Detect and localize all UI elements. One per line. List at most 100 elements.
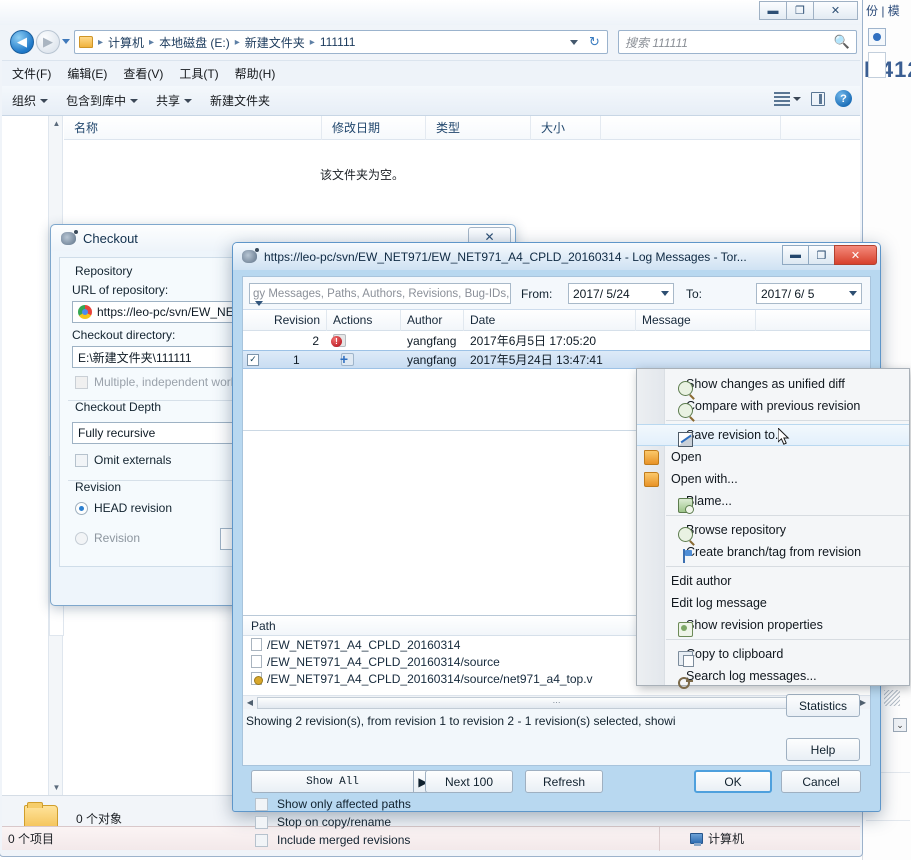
column-date[interactable]: Date xyxy=(464,309,636,331)
breadcrumb-item-3[interactable]: 111111 xyxy=(318,35,358,49)
background-scroll-down-button[interactable]: ⌄ xyxy=(893,718,907,732)
magnifier-icon xyxy=(678,380,693,396)
column-message[interactable]: Message xyxy=(636,309,756,331)
column-revision[interactable]: Revision xyxy=(243,309,327,331)
checkout-depth-value: Fully recursive xyxy=(78,426,156,440)
change-view-button[interactable] xyxy=(774,91,801,106)
back-button[interactable]: ◀ xyxy=(10,30,34,54)
include-in-library-button[interactable]: 包含到库中 xyxy=(66,92,139,109)
from-date-picker[interactable]: 2017/ 5/24 xyxy=(568,283,674,304)
search-input[interactable]: 搜索 111111 🔍 xyxy=(618,30,857,54)
menu-item-edit-author[interactable]: Edit author xyxy=(637,570,909,592)
omit-externals-checkbox[interactable] xyxy=(75,454,88,467)
ok-button[interactable]: OK xyxy=(694,770,772,793)
background-resize-grip[interactable] xyxy=(884,690,900,706)
to-date-value: 2017/ 6/ 5 xyxy=(761,286,815,301)
multiple-working-copies-checkbox[interactable] xyxy=(75,376,88,389)
menu-help[interactable]: 帮助(H) xyxy=(235,65,276,82)
menu-item-edit-log-message[interactable]: Edit log message xyxy=(637,592,909,614)
menu-item-search-log-messages[interactable]: Search log messages... xyxy=(637,665,909,689)
row-actions xyxy=(327,331,401,350)
path-pane-horizontal-scrollbar[interactable]: ◀ ⋯ ▶ xyxy=(243,695,870,709)
menu-item-compare-previous[interactable]: Compare with previous revision xyxy=(637,395,909,418)
include-merged-revisions-checkbox[interactable] xyxy=(255,834,268,847)
table-row[interactable]: ✓ 1 yangfang 2017年5月24日 13:47:41 xyxy=(243,350,870,369)
column-type[interactable]: 类型 xyxy=(426,115,531,140)
menu-item-label: Save revision to... xyxy=(686,428,786,442)
menu-item-open[interactable]: Open xyxy=(637,446,909,468)
recent-pages-chevron-icon[interactable] xyxy=(62,39,70,44)
breadcrumb-chevron-down-icon[interactable] xyxy=(570,40,578,45)
organize-button[interactable]: 组织 xyxy=(12,92,49,109)
column-size[interactable]: 大小 xyxy=(531,115,601,140)
help-button[interactable]: Help xyxy=(786,738,860,761)
menu-view[interactable]: 查看(V) xyxy=(123,65,163,82)
breadcrumb-item-0[interactable]: 计算机 xyxy=(106,34,146,51)
menu-item-label: Create branch/tag from revision xyxy=(686,545,862,559)
column-actions[interactable]: Actions xyxy=(327,309,401,331)
new-folder-label: 新建文件夹 xyxy=(210,94,271,108)
menu-item-create-branch-tag[interactable]: Create branch/tag from revision xyxy=(637,541,909,563)
save-icon xyxy=(678,431,693,447)
next-100-label: Next 100 xyxy=(444,774,494,789)
next-100-button[interactable]: Next 100 xyxy=(425,770,513,793)
stop-on-copy-rename-checkbox[interactable] xyxy=(255,816,268,829)
log-minimize-button[interactable]: ▬ xyxy=(782,245,809,265)
refresh-button[interactable]: ↻ xyxy=(582,30,608,54)
statistics-button[interactable]: Statistics xyxy=(786,694,860,717)
menu-item-show-revision-properties[interactable]: Show revision properties xyxy=(637,614,909,637)
menu-file[interactable]: 文件(F) xyxy=(12,65,51,82)
head-revision-radio[interactable] xyxy=(75,502,88,515)
filter-chevron-down-icon[interactable] xyxy=(255,301,263,306)
menu-edit[interactable]: 编辑(E) xyxy=(67,65,107,82)
show-all-button[interactable]: Show All xyxy=(251,770,413,793)
to-date-picker[interactable]: 2017/ 6/ 5 xyxy=(756,283,862,304)
log-filter-input[interactable]: gy Messages, Paths, Authors, Revisions, … xyxy=(249,283,511,304)
column-date-modified[interactable]: 修改日期 xyxy=(322,115,426,140)
scroll-left-arrow-icon[interactable]: ◀ xyxy=(243,696,257,709)
row-checkbox[interactable]: ✓ xyxy=(247,353,259,366)
maximize-button[interactable]: ❐ xyxy=(786,1,814,20)
breadcrumb-item-2[interactable]: 新建文件夹 xyxy=(243,34,307,51)
preview-pane-icon[interactable] xyxy=(811,91,825,106)
log-dialog-window-buttons: ▬ ❐ ✕ xyxy=(782,245,877,265)
minimize-button[interactable]: ▬ xyxy=(759,1,787,20)
row-revision: 1 xyxy=(293,352,300,367)
forward-button[interactable]: ▶ xyxy=(36,30,60,54)
log-maximize-button[interactable]: ❐ xyxy=(808,245,835,265)
log-close-button[interactable]: ✕ xyxy=(834,245,877,265)
share-button[interactable]: 共享 xyxy=(156,92,193,109)
cancel-button[interactable]: Cancel xyxy=(781,770,861,793)
menu-item-blame[interactable]: Blame... xyxy=(637,490,909,514)
refresh-button[interactable]: Refresh xyxy=(525,770,603,793)
column-extra[interactable] xyxy=(601,115,781,140)
scroll-down-arrow-icon[interactable]: ▼ xyxy=(49,780,64,795)
menu-item-save-revision-to[interactable]: Save revision to... xyxy=(637,424,909,447)
breadcrumb[interactable]: ▸ 计算机 ▸ 本地磁盘 (E:) ▸ 新建文件夹 ▸ 111111 xyxy=(74,30,582,54)
menu-item-copy-to-clipboard[interactable]: Copy to clipboard xyxy=(637,643,909,667)
menu-item-browse-repository[interactable]: Browse repository xyxy=(637,519,909,542)
checkout-directory-label: Checkout directory: xyxy=(72,328,176,342)
breadcrumb-item-1[interactable]: 本地磁盘 (E:) xyxy=(157,34,232,51)
specific-revision-radio[interactable] xyxy=(75,532,88,545)
specific-revision-label: Revision xyxy=(94,531,141,545)
new-folder-button[interactable]: 新建文件夹 xyxy=(210,92,270,109)
column-name[interactable]: 名称 xyxy=(64,115,322,140)
table-row[interactable]: 2 yangfang 2017年6月5日 17:05:20 xyxy=(243,331,870,350)
log-filter-placeholder: gy Messages, Paths, Authors, Revisions, … xyxy=(253,287,510,300)
url-label: URL of repository: xyxy=(72,283,169,297)
row-revision-cell: ✓ 1 xyxy=(243,350,327,369)
menu-tools[interactable]: 工具(T) xyxy=(179,65,218,82)
folder-icon xyxy=(79,36,93,48)
show-only-affected-paths-checkbox[interactable] xyxy=(255,798,268,811)
help-icon[interactable]: ? xyxy=(835,90,852,107)
menu-item-open-with[interactable]: Open with... xyxy=(637,468,909,490)
column-author[interactable]: Author xyxy=(401,309,464,331)
path-text: /EW_NET971_A4_CPLD_20160314/source/net97… xyxy=(267,671,593,686)
share-label: 共享 xyxy=(156,94,181,108)
row-author: yangfang xyxy=(407,333,457,348)
close-button[interactable]: ✕ xyxy=(813,1,858,20)
menu-item-unified-diff[interactable]: Show changes as unified diff xyxy=(637,373,909,396)
scrollbar-thumb[interactable]: ⋯ xyxy=(257,696,856,709)
scroll-up-arrow-icon[interactable]: ▲ xyxy=(49,116,64,131)
